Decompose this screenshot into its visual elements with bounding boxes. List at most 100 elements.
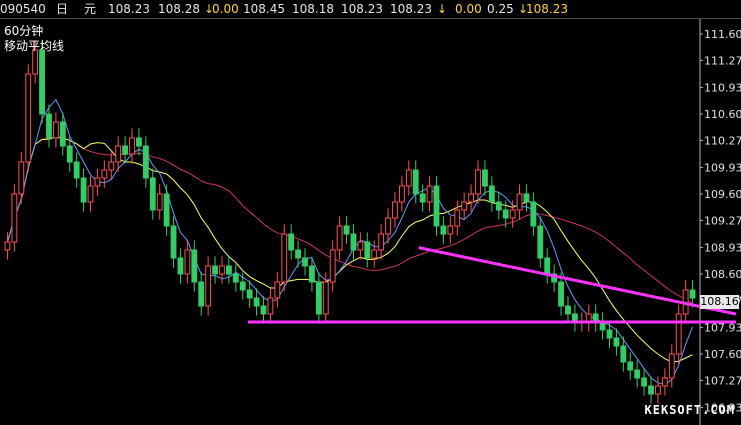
watermark: KEKSOFT.COM	[644, 403, 735, 417]
candle-body	[39, 49, 45, 115]
candle-body	[267, 297, 274, 315]
indicator-title: 移动平均线	[4, 39, 65, 53]
candle-body	[94, 177, 101, 187]
candle-body	[198, 281, 205, 307]
candle-body	[419, 193, 426, 203]
candle-body	[115, 145, 122, 163]
candle-body	[205, 265, 212, 307]
candle-body	[142, 145, 149, 179]
candle-body	[440, 225, 447, 235]
candle-body	[322, 281, 329, 315]
y-tick-label: 108.60	[704, 268, 741, 281]
candle-body	[101, 169, 108, 179]
candle-body	[371, 249, 378, 259]
y-tick-label: 110.60	[704, 108, 741, 121]
y-tick-label: 111.60	[704, 28, 741, 41]
candle-body	[475, 169, 481, 195]
candle-body	[357, 241, 364, 251]
candle-body	[516, 193, 523, 211]
candle-body	[558, 281, 564, 307]
candle-body	[25, 73, 32, 163]
candle-body	[613, 337, 620, 347]
candle-body	[156, 193, 163, 211]
candle-body	[530, 201, 537, 227]
candle-body	[661, 377, 668, 387]
candle-body	[392, 201, 398, 219]
candle-body	[163, 193, 170, 227]
ma-mid-line	[6, 136, 693, 363]
y-tick-label: 107.27	[704, 374, 741, 387]
y-tick-label: 109.27	[704, 214, 741, 227]
candle-body	[606, 329, 613, 339]
candle-body	[170, 225, 177, 259]
candle-body	[315, 281, 322, 315]
y-tick-label: 110.93	[704, 82, 741, 95]
y-tick-label: 109.60	[704, 188, 741, 201]
candlestick-series	[4, 40, 696, 404]
candle-body	[212, 265, 218, 275]
candle-body	[385, 217, 391, 235]
candle-body	[288, 233, 295, 251]
candle-body	[620, 345, 627, 363]
candle-body	[18, 161, 25, 195]
candle-body	[648, 385, 654, 395]
candle-body	[364, 241, 371, 259]
candle-body	[46, 113, 52, 139]
candle-body	[329, 249, 336, 283]
ma-fast-path	[6, 98, 694, 385]
candle-body	[482, 169, 488, 187]
candle-body	[80, 177, 87, 203]
candle-body	[108, 161, 115, 171]
price-chart[interactable]: 111.60 111.27 110.93 110.60 110.27 109.93 109.…	[0, 0, 741, 425]
candle-body	[488, 185, 495, 203]
last-price-tag: 108.16	[700, 295, 739, 309]
candle-body	[11, 193, 18, 243]
candle-body	[495, 201, 502, 211]
candle-body	[184, 249, 191, 275]
candle-body	[260, 305, 267, 315]
candle-body	[295, 249, 302, 259]
candle-body	[274, 281, 281, 299]
ma-mid-path	[6, 136, 693, 363]
candle-body	[191, 249, 198, 283]
y-tick-label: 111.27	[704, 54, 741, 67]
candle-body	[177, 257, 184, 275]
candle-body	[343, 225, 350, 235]
candle-body	[426, 185, 433, 203]
candle-body	[468, 193, 475, 203]
candle-body	[73, 161, 80, 179]
candle-body	[412, 169, 419, 195]
candle-body	[675, 313, 682, 355]
candle-body	[447, 225, 454, 235]
y-tick-label: 107.93	[704, 322, 741, 335]
y-tick-label: 109.93	[704, 162, 741, 175]
trend-line[interactable]	[418, 246, 737, 316]
candle-body	[398, 185, 405, 203]
candle-body	[509, 209, 516, 219]
y-tick-label: 107.60	[704, 348, 741, 361]
candle-body	[668, 353, 675, 379]
candle-body	[454, 209, 461, 227]
candle-body	[655, 385, 661, 395]
candle-body	[350, 233, 357, 251]
candle-body	[232, 273, 239, 283]
candle-body	[87, 185, 94, 203]
candle-body	[461, 201, 468, 211]
candle-body	[523, 193, 530, 203]
candle-body	[239, 281, 246, 291]
candle-body	[544, 257, 551, 275]
y-axis: 111.60 111.27 110.93 110.60 110.27 109.93 109.…	[700, 28, 741, 415]
candle-body	[129, 137, 135, 155]
candle-body	[149, 177, 156, 211]
candle-body	[246, 289, 253, 299]
candle-body	[537, 225, 544, 259]
candle-body	[4, 241, 11, 251]
candle-body	[309, 265, 315, 283]
candle-body	[253, 297, 260, 307]
y-tick-label: 108.93	[704, 242, 741, 255]
candle-body	[565, 305, 571, 315]
candle-body	[136, 137, 142, 147]
candle-body	[59, 121, 66, 147]
candle-body	[641, 377, 648, 387]
candle-body	[66, 145, 73, 163]
